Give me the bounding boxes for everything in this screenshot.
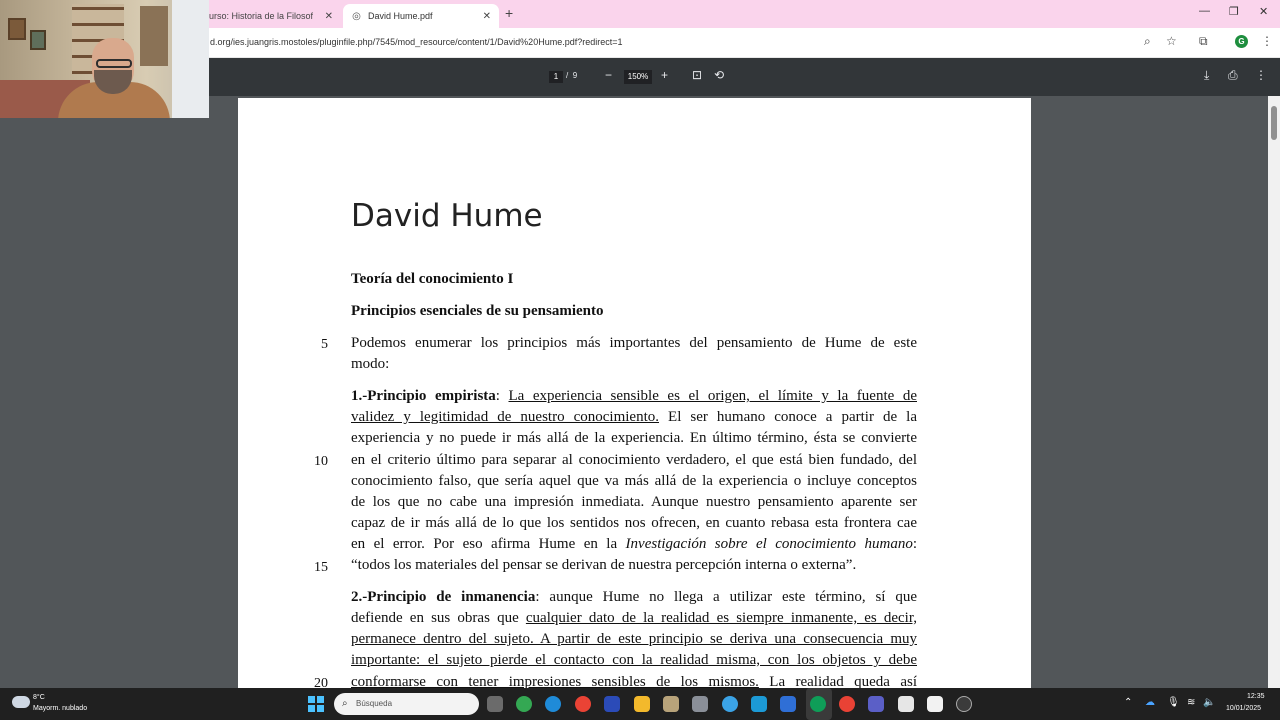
cloud-icon[interactable] — [12, 696, 30, 708]
clock-time[interactable]: 12:35 — [1247, 693, 1265, 700]
onedrive-icon[interactable]: ☁ — [1145, 697, 1155, 708]
file-explorer-icon[interactable] — [634, 696, 650, 712]
chrome-profile-icon[interactable] — [575, 696, 591, 712]
microphone-icon[interactable]: 🎙 — [1167, 697, 1180, 708]
tab-title: urso: Historia de la Filosofía | — [209, 11, 313, 21]
document-icon[interactable] — [927, 696, 943, 712]
more-options-icon[interactable]: ⋮ — [1255, 68, 1267, 82]
menu-icon[interactable]: ⋮ — [1261, 34, 1273, 48]
print-icon[interactable]: ⎙ — [1228, 68, 1238, 83]
windows-start-icon[interactable] — [308, 696, 324, 712]
fit-page-icon[interactable]: ⊡ — [692, 68, 702, 82]
document-title: David Hume — [351, 198, 543, 234]
rotate-icon[interactable]: ⟲ — [714, 68, 724, 82]
bookmark-star-icon[interactable]: ☆ — [1166, 34, 1177, 48]
app-icon[interactable] — [751, 696, 767, 712]
address-bar[interactable]: d.org/ies.juangris.mostoles/pluginfile.p… — [210, 37, 623, 47]
page-number-input[interactable]: 1 — [549, 71, 563, 83]
paragraph-line: importante: el sujeto pierde el contacto… — [351, 652, 917, 668]
store-icon[interactable] — [604, 696, 620, 712]
page-count: / 9 — [566, 71, 578, 80]
paragraph-line: Podemos enumerar los principios más impo… — [351, 335, 917, 351]
edge-icon[interactable] — [545, 696, 561, 712]
paragraph-line: validez y legitimidad de nuestro conocim… — [351, 409, 917, 425]
paragraph-line: modo: — [351, 356, 390, 372]
chrome-icon[interactable] — [516, 696, 532, 712]
minimize-icon[interactable]: — — [1199, 5, 1210, 17]
paragraph-line: de los que no cabe una impresión inmedia… — [351, 494, 917, 510]
extensions-icon[interactable]: ⧉ — [1199, 34, 1208, 49]
folder-icon[interactable] — [780, 696, 796, 712]
paragraph-line: experiencia y no puede ir más allá de la… — [351, 430, 917, 446]
paragraph-line: 1.-Principio empirista: La experiencia s… — [351, 388, 917, 404]
pdf-viewer[interactable]: David Hume Teoría del conocimiento I Pri… — [0, 96, 1268, 718]
subsection-heading: Principios esenciales de su pensamiento — [351, 303, 604, 319]
zoom-in-icon[interactable]: + — [661, 68, 668, 82]
zoom-level-input[interactable]: 150% — [624, 70, 652, 84]
tab-historia-filosofia[interactable]: urso: Historia de la Filosofía | ✕ — [209, 4, 341, 28]
camera-icon[interactable] — [692, 696, 708, 712]
app-icon[interactable] — [898, 696, 914, 712]
paragraph-line: en el error. Por eso afirma Hume en la I… — [351, 536, 917, 552]
webcam-overlay — [0, 0, 209, 118]
scrollbar[interactable] — [1268, 96, 1280, 688]
paragraph-line: en el criterio último para separar al co… — [351, 452, 917, 468]
new-tab-button[interactable]: + — [505, 5, 513, 21]
search-icon: ⌕ — [342, 698, 348, 709]
line-number: 15 — [314, 560, 328, 575]
restore-icon[interactable]: ❐ — [1229, 5, 1239, 18]
download-icon[interactable]: ⤓ — [1204, 68, 1209, 83]
weather-description[interactable]: Mayorm. nublado — [33, 705, 87, 712]
chrome-variant-icon[interactable] — [722, 696, 738, 712]
taskbar: 8°C Mayorm. nublado ⌕ Búsqueda ⌃ ☁ 🎙 ≋ 🔈 … — [0, 688, 1280, 720]
chrome-icon[interactable] — [956, 696, 972, 712]
paragraph-line: conocimiento falso, que sería aquel que … — [351, 473, 917, 489]
close-tab-icon[interactable]: ✕ — [325, 11, 333, 22]
profile-avatar[interactable]: G — [1235, 35, 1248, 48]
paragraph-line: 2.-Principio de inmanencia: aunque Hume … — [351, 589, 917, 605]
scroll-thumb[interactable] — [1271, 106, 1277, 140]
chevron-up-icon[interactable]: ⌃ — [1124, 697, 1132, 708]
app-icon[interactable] — [663, 696, 679, 712]
line-number: 5 — [321, 337, 328, 352]
pdf-page: David Hume Teoría del conocimiento I Pri… — [238, 98, 1031, 718]
close-tab-icon[interactable]: ✕ — [483, 11, 491, 22]
section-heading: Teoría del conocimiento I — [351, 271, 514, 287]
chrome-active-icon[interactable] — [810, 696, 826, 712]
teams-icon[interactable] — [868, 696, 884, 712]
chrome-icon[interactable] — [839, 696, 855, 712]
paragraph-line: “todos los materiales del pensar se deri… — [351, 557, 857, 573]
tab-david-hume-pdf[interactable]: ◎ David Hume.pdf ✕ — [343, 4, 499, 28]
zoom-out-icon[interactable]: − — [605, 68, 612, 82]
paragraph-line: capaz de ir más allá de lo que los senti… — [351, 515, 917, 531]
weather-temperature[interactable]: 8°C — [33, 694, 45, 701]
paragraph-line: defiende en sus obras que cualquier dato… — [351, 610, 917, 626]
taskbar-search[interactable]: ⌕ Búsqueda — [334, 693, 479, 715]
task-view-icon[interactable] — [487, 696, 503, 712]
paragraph-line: permanece dentro del sujeto. A partir de… — [351, 631, 917, 647]
clock-date[interactable]: 10/01/2025 — [1226, 705, 1261, 712]
zoom-icon[interactable]: ⌕ — [1144, 34, 1151, 49]
globe-icon: ◎ — [352, 10, 361, 22]
volume-icon[interactable]: 🔈 — [1203, 697, 1215, 708]
close-window-icon[interactable]: ✕ — [1259, 5, 1268, 18]
tab-title: David Hume.pdf — [368, 11, 433, 21]
wifi-icon[interactable]: ≋ — [1187, 697, 1195, 708]
line-number: 10 — [314, 454, 328, 469]
